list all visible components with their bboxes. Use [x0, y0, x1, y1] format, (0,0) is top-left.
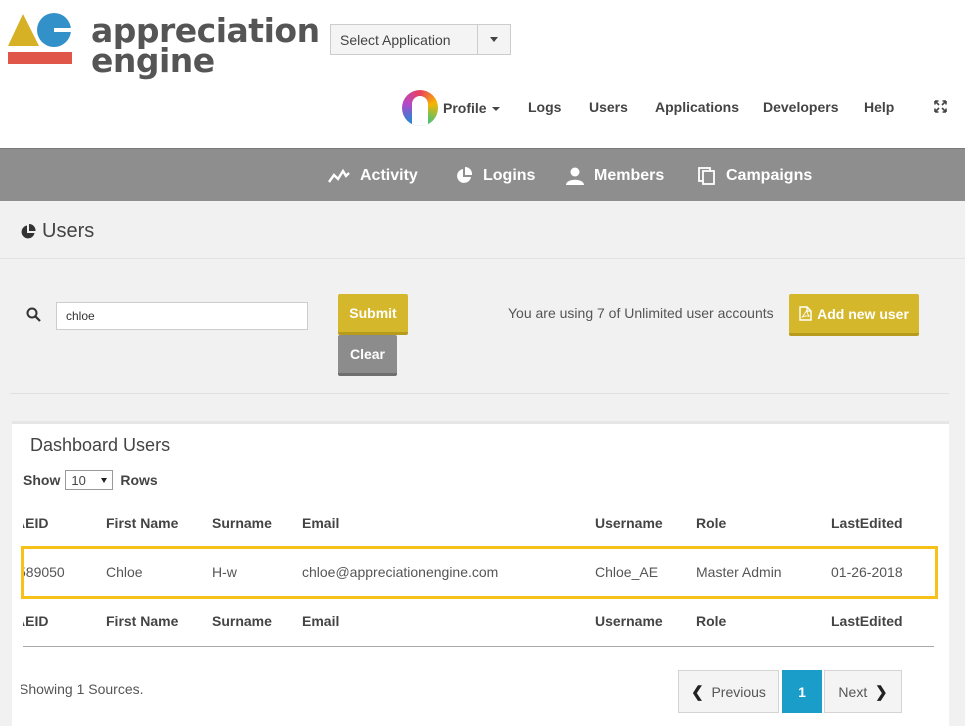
subnav-members[interactable]: Members: [566, 149, 664, 202]
pagination-page-1[interactable]: 1: [782, 670, 822, 713]
pagination-previous-label: Previous: [711, 683, 766, 700]
section-nav: Activity Logins Members Campaigns: [0, 148, 965, 201]
table-divider: [23, 646, 934, 647]
user-icon: [566, 167, 584, 185]
subnav-campaigns[interactable]: Campaigns: [698, 149, 812, 202]
caret-down-icon: [101, 478, 108, 483]
pagination-next-button[interactable]: Next ❯: [824, 670, 902, 713]
nav-profile[interactable]: Profile: [443, 100, 500, 116]
logo-mark-icon: [8, 13, 74, 64]
nav-profile-label: Profile: [443, 100, 487, 116]
column-footer-username: Username: [595, 613, 663, 629]
nav-users[interactable]: Users: [589, 99, 628, 115]
panel-title: Dashboard Users: [30, 435, 171, 455]
caret-down-icon: [491, 107, 500, 112]
subnav-members-label: Members: [594, 166, 665, 184]
dropdown-toggle[interactable]: [477, 25, 510, 54]
subnav-logins-label: Logins: [483, 166, 536, 184]
rows-per-page-select[interactable]: 10: [65, 470, 114, 490]
subnav-logins[interactable]: Logins: [455, 149, 535, 202]
pie-chart-icon: [457, 166, 473, 183]
page-title: Users: [20, 220, 94, 243]
nav-developers[interactable]: Developers: [763, 99, 838, 115]
add-new-user-button[interactable]: Add new user: [789, 294, 919, 336]
column-header-last-edited[interactable]: LastEdited: [831, 515, 903, 531]
pagination-previous-button[interactable]: ❮ Previous: [678, 670, 779, 713]
search-input[interactable]: [56, 302, 308, 330]
logo-line-2: engine: [91, 41, 215, 80]
subnav-activity-label: Activity: [360, 166, 418, 184]
rows-per-page-value: 10: [71, 472, 86, 488]
add-new-user-label: Add new user: [817, 305, 909, 322]
select-application-dropdown[interactable]: Select Application: [330, 24, 511, 55]
column-header-aeid[interactable]: AEID: [23, 515, 48, 531]
column-footer-last-edited: LastEdited: [831, 613, 903, 629]
rows-per-page-control: Show 10 Rows: [23, 470, 158, 490]
column-footer-surname: Surname: [212, 613, 272, 629]
column-header-username[interactable]: Username: [595, 515, 663, 531]
column-footer-role: Role: [696, 613, 727, 629]
search-icon: [26, 307, 41, 322]
show-label: Show: [23, 472, 61, 488]
nav-logs[interactable]: Logs: [528, 99, 561, 115]
showing-count: Showing 1 Sources.: [21, 681, 144, 697]
clear-button[interactable]: Clear: [338, 335, 397, 376]
fullscreen-icon[interactable]: [934, 100, 947, 113]
pie-chart-icon: [21, 223, 36, 238]
page-title-band: Users: [0, 201, 965, 259]
row-highlight-outline: [21, 546, 938, 599]
chevron-left-icon: ❮: [691, 683, 704, 701]
copy-icon: [698, 166, 715, 185]
avatar[interactable]: [402, 90, 438, 126]
file-pdf-icon: [799, 306, 812, 321]
submit-button[interactable]: Submit: [338, 294, 408, 335]
activity-icon: [328, 168, 350, 183]
caret-down-icon: [490, 37, 498, 42]
column-header-surname[interactable]: Surname: [212, 515, 272, 531]
nav-help[interactable]: Help: [864, 99, 894, 115]
app-logo[interactable]: appreciation engine: [6, 10, 320, 77]
logo-text: appreciation engine: [91, 14, 320, 80]
chevron-right-icon: ❯: [875, 683, 888, 701]
column-footer-email: Email: [302, 613, 340, 629]
column-footer-first-name: First Name: [106, 613, 179, 629]
usage-status: You are using 7 of Unlimited user accoun…: [508, 305, 774, 321]
subnav-activity[interactable]: Activity: [328, 149, 418, 202]
page-title-text: Users: [42, 220, 95, 242]
header: appreciation engine Select Application P…: [0, 0, 965, 148]
column-header-first-name[interactable]: First Name: [106, 515, 178, 531]
column-footer-aeid: AEID: [23, 613, 49, 629]
nav-applications[interactable]: Applications: [655, 99, 739, 115]
pagination-next-label: Next: [838, 683, 868, 700]
select-application-label: Select Application: [340, 31, 451, 48]
rows-label: Rows: [120, 472, 158, 488]
column-header-email[interactable]: Email: [302, 515, 339, 531]
column-header-role[interactable]: Role: [696, 515, 726, 531]
subnav-campaigns-label: Campaigns: [726, 166, 813, 184]
